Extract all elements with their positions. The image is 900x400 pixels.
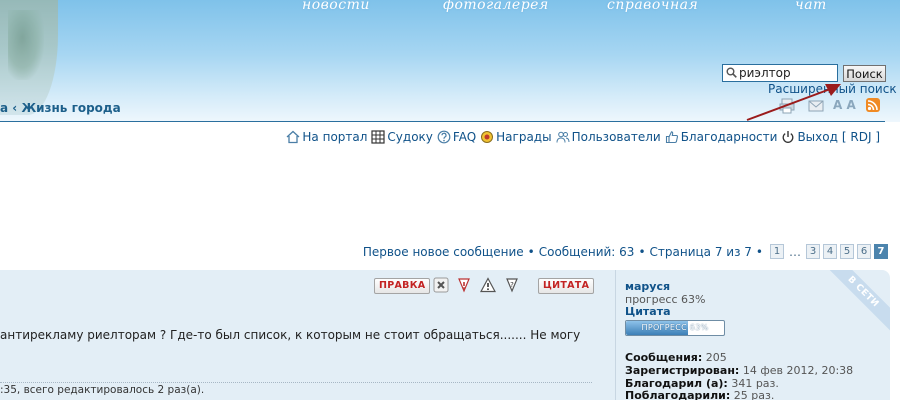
quote-button[interactable]: ЦИТАТА bbox=[538, 277, 595, 294]
author-progress-bar: ПРОГРЕСС 63% bbox=[625, 320, 725, 336]
edit-button[interactable]: ПРАВКА bbox=[374, 277, 431, 294]
first-unread-link[interactable]: Первое новое сообщение bbox=[363, 245, 524, 259]
rss-icon[interactable] bbox=[866, 98, 880, 112]
breadcrumb-separator: ‹ bbox=[12, 101, 18, 115]
post-body: ПРАВКА ? ЦИТАТА антирекламу риелторам ? … bbox=[0, 270, 600, 400]
breadcrumb: а ‹ Жизнь города bbox=[0, 101, 121, 115]
info-icon[interactable]: ? bbox=[504, 277, 520, 293]
current-user[interactable]: [ RDJ ] bbox=[842, 130, 880, 144]
nav-users[interactable]: Пользователи bbox=[556, 130, 661, 144]
top-nav-news[interactable]: новости bbox=[302, 0, 370, 13]
help-icon bbox=[437, 130, 451, 144]
nav-logout[interactable]: Выход bbox=[781, 130, 838, 144]
thumbs-up-icon bbox=[665, 130, 679, 144]
power-icon bbox=[781, 130, 795, 144]
nav-sudoku[interactable]: Судоку bbox=[371, 130, 433, 144]
search-icon bbox=[726, 67, 737, 78]
page-link-4[interactable]: 4 bbox=[823, 244, 837, 259]
top-nav-chat[interactable]: чат bbox=[795, 0, 827, 13]
search-input[interactable] bbox=[739, 65, 835, 81]
stat-registered: Зарегистрирован: 14 фев 2012, 20:38 bbox=[625, 364, 854, 377]
message-count: Сообщений: 63 bbox=[538, 244, 635, 259]
pagination-ellipsis: … bbox=[789, 244, 801, 259]
pagination-bullet: • bbox=[638, 244, 646, 259]
pagination-bullet: • bbox=[755, 244, 763, 259]
author-username[interactable]: маруся bbox=[625, 280, 670, 293]
breadcrumb-current-forum[interactable]: Жизнь города bbox=[21, 101, 120, 115]
annotation-arrow-icon bbox=[746, 84, 841, 121]
top-nav-photo-gallery[interactable]: фотогалерея bbox=[443, 0, 549, 13]
nav-awards[interactable]: Награды bbox=[480, 130, 552, 144]
author-quote-link[interactable]: Цитата bbox=[625, 305, 671, 318]
edit-notice: :35, всего редактировалось 2 раз(а). bbox=[0, 384, 205, 396]
breadcrumb-prev-link[interactable]: а bbox=[0, 101, 8, 115]
topic-pagination: Первое новое сообщение • Сообщений: 63 •… bbox=[363, 244, 888, 259]
pagination-bullet: • bbox=[527, 244, 535, 259]
page-info: Страница 7 из 7 bbox=[649, 244, 752, 259]
site-header: новости фотогалерея справочная чат Поиск… bbox=[0, 0, 900, 122]
header-divider bbox=[0, 121, 885, 122]
svg-text:?: ? bbox=[510, 281, 514, 289]
online-badge: В СЕТИ bbox=[814, 270, 890, 341]
top-navigation: новости фотогалерея справочная чат bbox=[0, 0, 900, 15]
medal-icon bbox=[480, 130, 494, 144]
users-icon bbox=[556, 130, 570, 144]
warning-icon[interactable] bbox=[480, 277, 496, 293]
stat-posts: Сообщения: 205 bbox=[625, 351, 727, 364]
delete-icon[interactable] bbox=[433, 277, 449, 293]
top-nav-reference[interactable]: справочная bbox=[607, 0, 698, 13]
nav-faq[interactable]: FAQ bbox=[437, 130, 476, 144]
page-link-6[interactable]: 6 bbox=[857, 244, 871, 259]
header-banner-image bbox=[0, 0, 58, 115]
progress-label: ПРОГРЕСС 63% bbox=[641, 323, 709, 332]
home-icon bbox=[286, 130, 300, 144]
post-author-profile: В СЕТИ маруся прогресс 63% Цитата ПРОГРЕ… bbox=[615, 270, 890, 400]
nav-thanks[interactable]: Благодарности bbox=[665, 130, 777, 144]
page-link-3[interactable]: 3 bbox=[806, 244, 820, 259]
nav-portal[interactable]: На портал bbox=[286, 130, 367, 144]
forum-navbar: На портал Судоку FAQ Награды Пользовател… bbox=[282, 129, 880, 145]
page-link-5[interactable]: 5 bbox=[840, 244, 854, 259]
current-page: 7 bbox=[874, 244, 888, 259]
search-button[interactable]: Поиск bbox=[843, 65, 886, 82]
signature-divider bbox=[0, 382, 592, 383]
post-content: антирекламу риелторам ? Где-то был списо… bbox=[0, 328, 581, 342]
stat-thanked-by: Поблагодарили: 25 раз. bbox=[625, 389, 775, 400]
report-icon[interactable] bbox=[456, 277, 472, 293]
page-link-1[interactable]: 1 bbox=[770, 244, 784, 259]
forum-post: ПРАВКА ? ЦИТАТА антирекламу риелторам ? … bbox=[0, 270, 890, 400]
grid-icon bbox=[371, 130, 386, 144]
